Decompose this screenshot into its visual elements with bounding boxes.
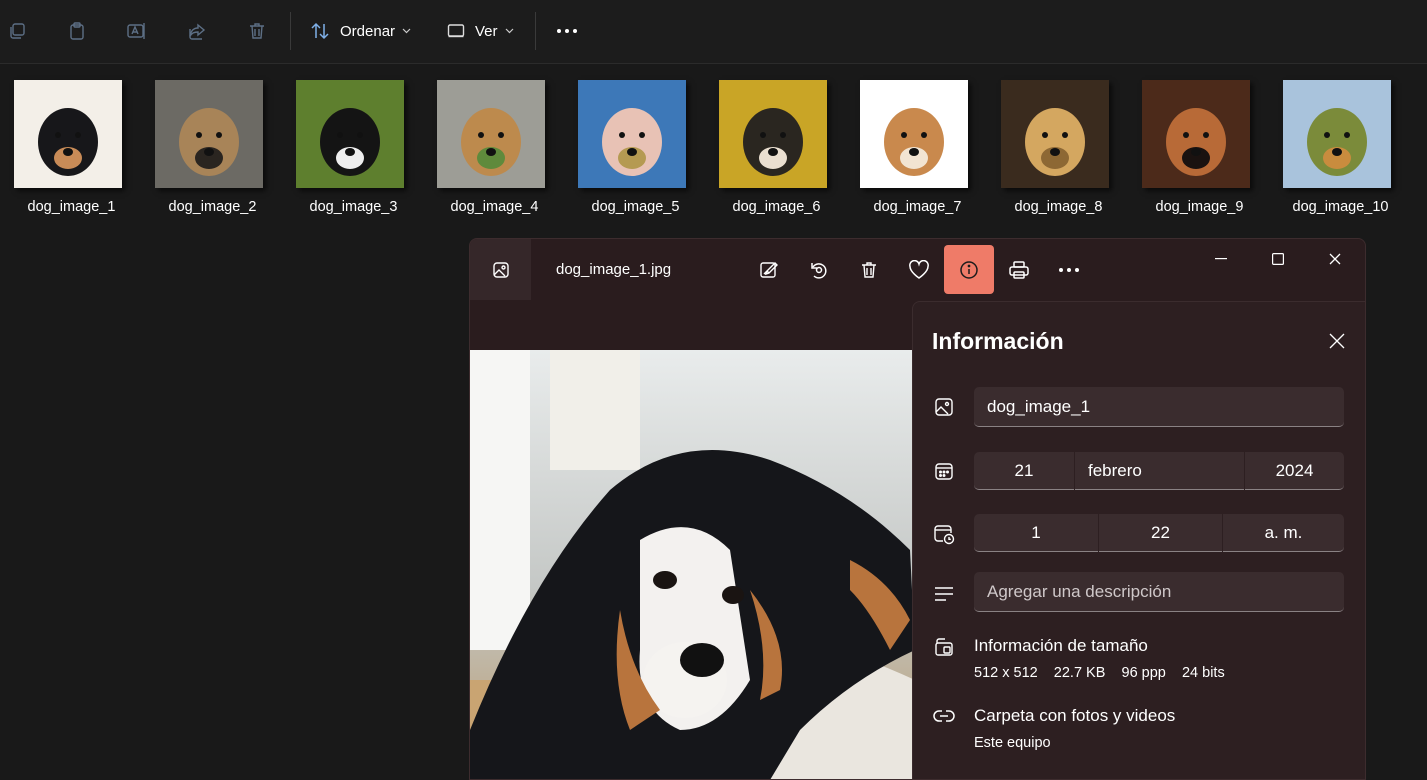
clock-calendar-icon (933, 523, 955, 545)
copy-icon[interactable] (2, 16, 32, 46)
time-minute[interactable]: 22 (1099, 514, 1222, 552)
file-name-label: dog_image_7 (873, 199, 962, 215)
photo-viewer-window: dog_image_1.jpg Información dog_image_1 … (469, 238, 1366, 780)
date-picker[interactable]: 21 febrero 2024 (974, 452, 1344, 490)
photo-preview (470, 350, 915, 779)
close-icon[interactable] (1325, 329, 1349, 353)
explorer-toolbar: Ordenar Ver (0, 0, 1427, 64)
more-icon[interactable] (1044, 245, 1094, 294)
file-thumbnail[interactable]: dog_image_5 (565, 80, 706, 215)
file-thumbnail[interactable]: dog_image_6 (706, 80, 847, 215)
description-placeholder: Agregar una descripción (987, 582, 1172, 601)
file-name-label: dog_image_5 (591, 199, 680, 215)
rename-icon[interactable] (122, 16, 152, 46)
paste-icon[interactable] (62, 16, 92, 46)
thumbnail-image (155, 80, 263, 188)
size-info-icon (933, 636, 955, 658)
toolbar-divider (535, 12, 536, 50)
delete-icon[interactable] (844, 245, 894, 294)
file-name-value: dog_image_1 (987, 397, 1091, 416)
edit-icon[interactable] (744, 245, 794, 294)
file-thumbnail[interactable]: dog_image_8 (988, 80, 1129, 215)
sort-icon (311, 22, 329, 40)
file-name-label: dog_image_3 (309, 199, 398, 215)
size-info-header: Información de tamaño (974, 636, 1148, 655)
link-icon (933, 705, 955, 727)
thumbnail-image (1142, 80, 1250, 188)
delete-icon[interactable] (242, 16, 272, 46)
toolbar-divider (290, 12, 291, 50)
date-year[interactable]: 2024 (1245, 452, 1344, 490)
file-name-label: dog_image_2 (168, 199, 257, 215)
chevron-down-icon (505, 28, 513, 34)
thumbnail-image (1001, 80, 1109, 188)
file-thumbnail[interactable]: dog_image_4 (424, 80, 565, 215)
share-icon[interactable] (182, 16, 212, 46)
thumbnail-image (719, 80, 827, 188)
file-name-label: dog_image_4 (450, 199, 539, 215)
view-button[interactable]: Ver (447, 16, 514, 46)
date-day[interactable]: 21 (974, 452, 1074, 490)
folder-header: Carpeta con fotos y videos (974, 706, 1176, 725)
more-options-icon[interactable] (552, 16, 582, 46)
time-period[interactable]: a. m. (1223, 514, 1344, 552)
file-name-label: dog_image_6 (732, 199, 821, 215)
thumbnail-image (1283, 80, 1391, 188)
thumbnail-image (437, 80, 545, 188)
thumbnail-image (578, 80, 686, 188)
description-field[interactable]: Agregar una descripción (974, 572, 1344, 612)
file-thumbnail[interactable]: dog_image_7 (847, 80, 988, 215)
sort-label: Ordenar (340, 22, 396, 40)
file-name-label: dog_image_10 (1292, 199, 1389, 215)
info-panel: Información dog_image_1 21 febrero 2024 … (912, 301, 1365, 779)
rotate-icon[interactable] (794, 245, 844, 294)
file-thumbnail[interactable]: dog_image_9 (1129, 80, 1270, 215)
time-hour[interactable]: 1 (974, 514, 1098, 552)
file-thumbnail[interactable]: dog_image_10 (1270, 80, 1411, 215)
file-name-field[interactable]: dog_image_1 (974, 387, 1344, 427)
file-thumbnail[interactable]: dog_image_3 (283, 80, 424, 215)
close-window-icon[interactable] (1317, 245, 1353, 273)
view-label: Ver (475, 22, 498, 40)
info-panel-title: Información (932, 328, 1064, 354)
print-icon[interactable] (994, 245, 1044, 294)
file-name-label: dog_image_1 (27, 199, 116, 215)
file-thumbnail[interactable]: dog_image_1 (1, 80, 142, 215)
file-name-label: dog_image_8 (1014, 199, 1103, 215)
thumbnail-image (296, 80, 404, 188)
size-info-details: 512 x 512 22.7 KB 96 ppp 24 bits (974, 665, 1225, 681)
photos-app-icon (470, 239, 531, 300)
info-icon[interactable] (944, 245, 994, 294)
thumbnail-image (860, 80, 968, 188)
maximize-icon[interactable] (1260, 245, 1296, 273)
favorite-icon[interactable] (894, 245, 944, 294)
calendar-icon (933, 460, 955, 482)
thumbnail-image (14, 80, 122, 188)
description-icon (933, 583, 955, 605)
viewer-filename: dog_image_1.jpg (556, 261, 672, 278)
image-icon (933, 396, 955, 418)
chevron-down-icon (402, 28, 411, 34)
date-month[interactable]: febrero (1075, 452, 1244, 490)
time-picker[interactable]: 1 22 a. m. (974, 514, 1344, 552)
file-name-label: dog_image_9 (1155, 199, 1244, 215)
view-icon (447, 24, 465, 38)
sort-button[interactable]: Ordenar (310, 16, 411, 46)
file-thumbnail[interactable]: dog_image_2 (142, 80, 283, 215)
folder-location[interactable]: Este equipo (974, 735, 1051, 751)
minimize-icon[interactable] (1203, 245, 1239, 273)
